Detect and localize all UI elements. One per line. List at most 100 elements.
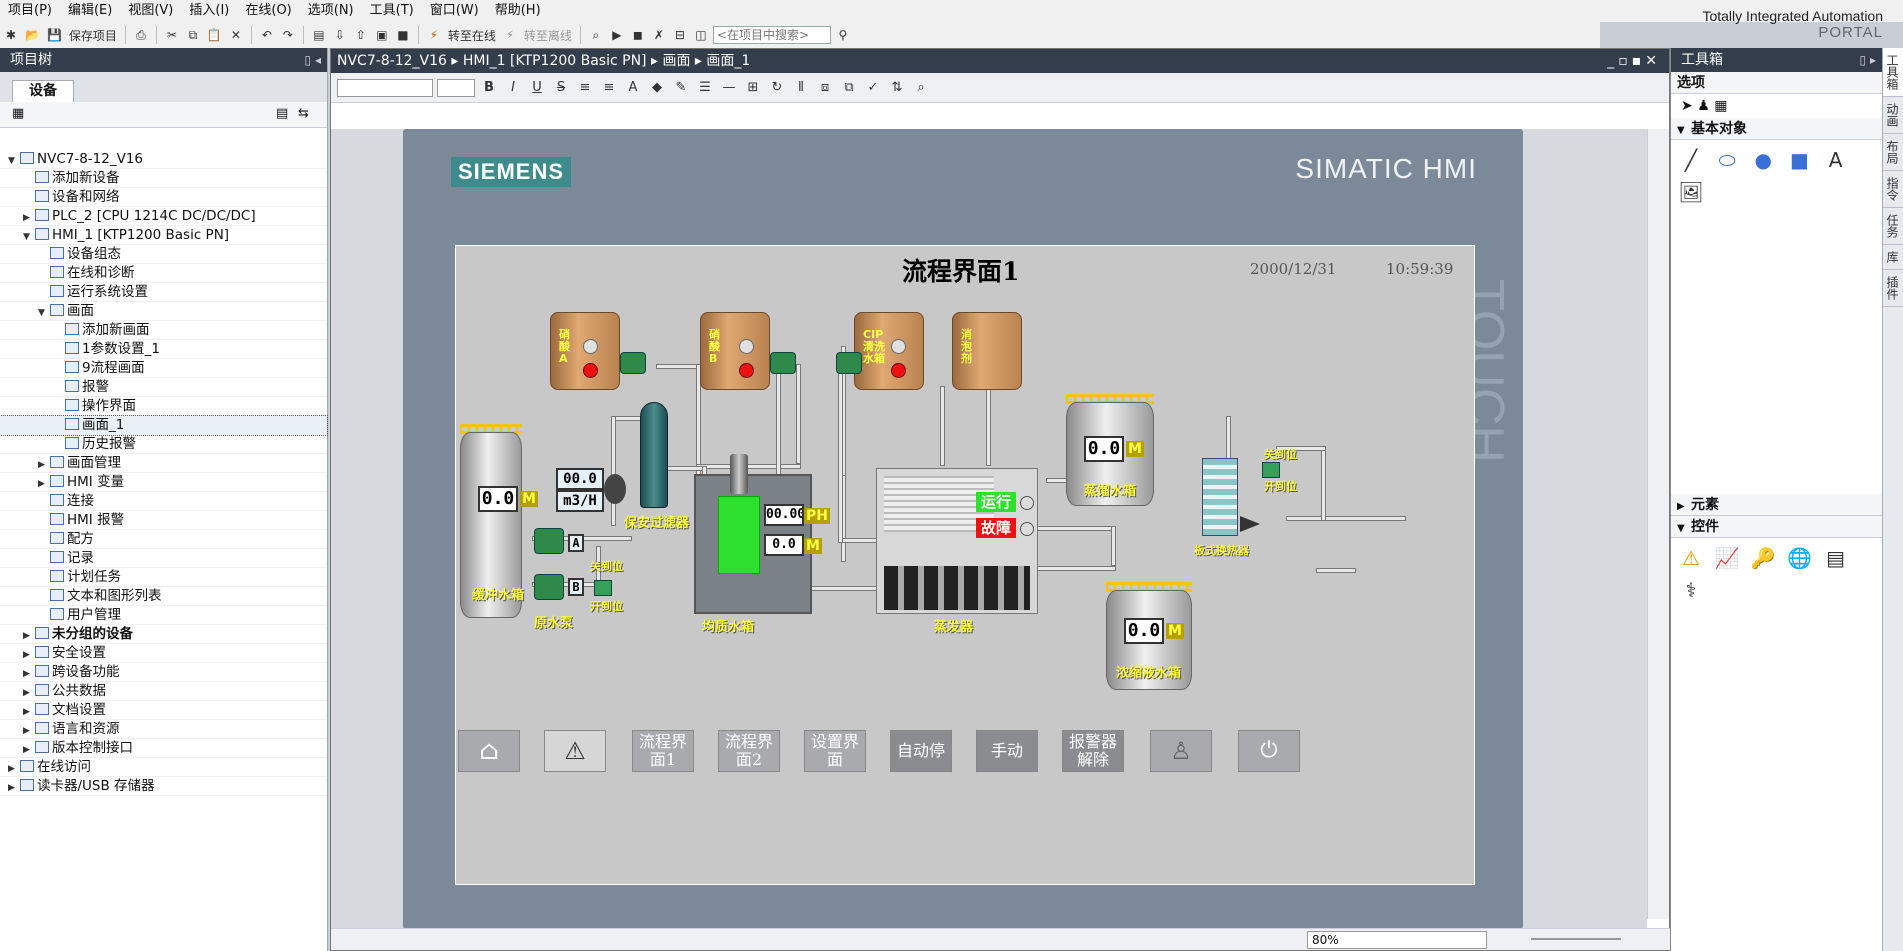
align-right-icon[interactable]: ≡ xyxy=(599,80,619,95)
home-button[interactable]: ⌂ xyxy=(458,730,520,772)
redo-icon[interactable]: ↷ xyxy=(279,25,297,45)
font-color-icon[interactable]: A xyxy=(623,80,643,95)
side-tab-toolbox[interactable]: 工具箱 xyxy=(1883,48,1903,97)
controls-section[interactable]: ▼ 控件 xyxy=(1671,516,1882,538)
zoom-fit-icon[interactable]: ⌕ xyxy=(911,80,931,95)
format-painter-icon[interactable]: ✓ xyxy=(863,80,883,95)
tree-node[interactable]: 在线和诊断 xyxy=(0,264,327,283)
breadcrumb-screen[interactable]: 画面_1 xyxy=(706,53,750,69)
copy-icon[interactable]: ⧉ xyxy=(184,25,202,45)
tank-nitric-b[interactable]: 硝酸B xyxy=(700,312,770,390)
pump-icon[interactable] xyxy=(620,352,646,374)
distilled-level-value[interactable]: 0.0 xyxy=(1084,436,1124,462)
hx-valve[interactable] xyxy=(1262,462,1280,478)
line-width-icon[interactable]: ☰ xyxy=(695,80,715,95)
tree-node[interactable]: ▶ HMI 变量 xyxy=(0,473,327,492)
stop-cpu-icon[interactable]: ◼ xyxy=(629,25,647,45)
graphic-view-icon[interactable]: 🖼 xyxy=(1675,176,1707,208)
paste-icon[interactable]: 📋 xyxy=(205,25,224,45)
menu-view[interactable]: 视图(V) xyxy=(120,0,181,22)
layer-icon[interactable]: ⧉ xyxy=(839,80,859,95)
tree-node[interactable]: ▶ 未分组的设备 xyxy=(0,625,327,644)
flow-screen-2-button[interactable]: 流程界面2 xyxy=(718,730,780,772)
tree-node[interactable]: 文本和图形列表 xyxy=(0,587,327,606)
circle-tool-icon[interactable]: ● xyxy=(1747,144,1779,176)
cross-reference-icon[interactable]: ✗ xyxy=(650,25,668,45)
bold-icon[interactable]: B xyxy=(479,80,499,95)
flow-meter-icon[interactable] xyxy=(604,474,626,504)
pump-icon[interactable] xyxy=(836,352,862,374)
breadcrumb-device[interactable]: HMI_1 [KTP1200 Basic PN] xyxy=(463,53,647,69)
inlet-valve[interactable] xyxy=(594,580,612,596)
user-view-icon[interactable]: 🔑 xyxy=(1747,542,1779,574)
line-style-icon[interactable]: — xyxy=(719,80,739,95)
line-tool-icon[interactable]: ╱ xyxy=(1675,144,1707,176)
raw-pump-a[interactable] xyxy=(534,528,564,554)
go-online-button[interactable]: 转至在线 xyxy=(446,25,498,45)
raw-pump-b[interactable] xyxy=(534,574,564,600)
zoom-slider[interactable] xyxy=(1531,938,1621,940)
tree-node[interactable]: ▶ 版本控制接口 xyxy=(0,739,327,758)
chevron-right-icon[interactable]: ▶ xyxy=(8,779,20,798)
tree-node[interactable]: ▶ 跨设备功能 xyxy=(0,663,327,682)
buffer-level-value[interactable]: 0.0 xyxy=(478,486,518,512)
table-icon[interactable]: ▦ xyxy=(1714,98,1727,114)
tree-node[interactable]: ▼ HMI_1 [KTP1200 Basic PN] xyxy=(0,226,327,245)
font-size-select[interactable] xyxy=(437,78,475,97)
new-project-icon[interactable]: ✱ xyxy=(2,25,20,45)
pointer-icon[interactable]: ➤ xyxy=(1681,98,1693,114)
alarm-view-button[interactable]: ⚠ xyxy=(544,730,606,772)
tree-node[interactable]: 画面_1 xyxy=(0,415,328,436)
undo-icon[interactable]: ↶ xyxy=(258,25,276,45)
flow-screen-1-button[interactable]: 流程界面1 xyxy=(632,730,694,772)
tree-node[interactable]: HMI 报警 xyxy=(0,511,327,530)
tree-sync-icon[interactable]: ⇆ xyxy=(298,106,309,121)
tree-view-icon[interactable]: ▤ xyxy=(276,106,288,121)
concentrate-level-value[interactable]: 0.0 xyxy=(1124,618,1164,644)
tree-node[interactable]: ▶ PLC_2 [CPU 1214C DC/DC/DC] xyxy=(0,207,327,226)
tank-defoamer[interactable]: 消泡剂 xyxy=(952,312,1022,390)
tree-node[interactable]: 计划任务 xyxy=(0,568,327,587)
align-objects-icon[interactable]: ⊞ xyxy=(743,80,763,95)
zoom-select[interactable]: 80% xyxy=(1307,931,1487,949)
tree-node[interactable]: 9流程画面 xyxy=(0,359,327,378)
align-left-icon[interactable]: ≡ xyxy=(575,80,595,95)
panel-pin-icon[interactable]: ▯ ▸ xyxy=(1860,48,1876,72)
side-tab-addins[interactable]: 插件 xyxy=(1883,270,1903,307)
delete-icon[interactable]: ✕ xyxy=(227,25,245,45)
breadcrumb-screens[interactable]: 画面 xyxy=(662,53,690,69)
fill-color-icon[interactable]: ◆ xyxy=(647,80,667,95)
tree-settings-icon[interactable]: ▦ xyxy=(12,106,24,121)
ellipse-tool-icon[interactable]: ⬭ xyxy=(1711,144,1743,176)
text-tool-icon[interactable]: A xyxy=(1820,144,1852,176)
start-cpu-icon[interactable]: ▶ xyxy=(608,25,626,45)
tank-cip[interactable]: CIP清洗水箱 xyxy=(854,312,924,390)
editor-vertical-scrollbar[interactable] xyxy=(1647,129,1669,919)
tree-node[interactable]: 设备和网络 xyxy=(0,188,327,207)
menu-edit[interactable]: 编辑(E) xyxy=(60,0,120,22)
tree-node[interactable]: 添加新画面 xyxy=(0,321,327,340)
project-search-input[interactable]: <在项目中搜索> xyxy=(712,26,831,44)
tree-node[interactable]: ▶ 读卡器/USB 存储器 xyxy=(0,777,327,796)
tree-node[interactable]: 用户管理 xyxy=(0,606,327,625)
flow-value[interactable]: 00.0 xyxy=(556,468,604,490)
settings-screen-button[interactable]: 设置界面 xyxy=(804,730,866,772)
user-object-icon[interactable]: ♟ xyxy=(1697,98,1710,114)
equalize-level-value[interactable]: 0.0 xyxy=(764,534,804,556)
search-binoculars-icon[interactable]: ⚲ xyxy=(834,25,852,45)
tree-node[interactable]: 运行系统设置 xyxy=(0,283,327,302)
side-tab-tasks[interactable]: 任务 xyxy=(1883,208,1903,245)
italic-icon[interactable]: I xyxy=(503,80,523,95)
download-icon[interactable]: ⇩ xyxy=(331,25,349,45)
basic-objects-section[interactable]: ▼ 基本对象 xyxy=(1671,118,1882,140)
side-tab-libraries[interactable]: 库 xyxy=(1883,245,1903,270)
compile-icon[interactable]: ▤ xyxy=(310,25,328,45)
menu-help[interactable]: 帮助(H) xyxy=(487,0,549,22)
tree-node[interactable]: ▶ 文档设置 xyxy=(0,701,327,720)
tree-node[interactable]: 记录 xyxy=(0,549,327,568)
ph-value[interactable]: 00.00 xyxy=(764,504,804,526)
elements-section[interactable]: ▶ 元素 xyxy=(1671,494,1882,516)
user-button[interactable]: ♙ xyxy=(1150,730,1212,772)
side-tab-layout[interactable]: 布局 xyxy=(1883,134,1903,171)
menu-online[interactable]: 在线(O) xyxy=(237,0,299,22)
